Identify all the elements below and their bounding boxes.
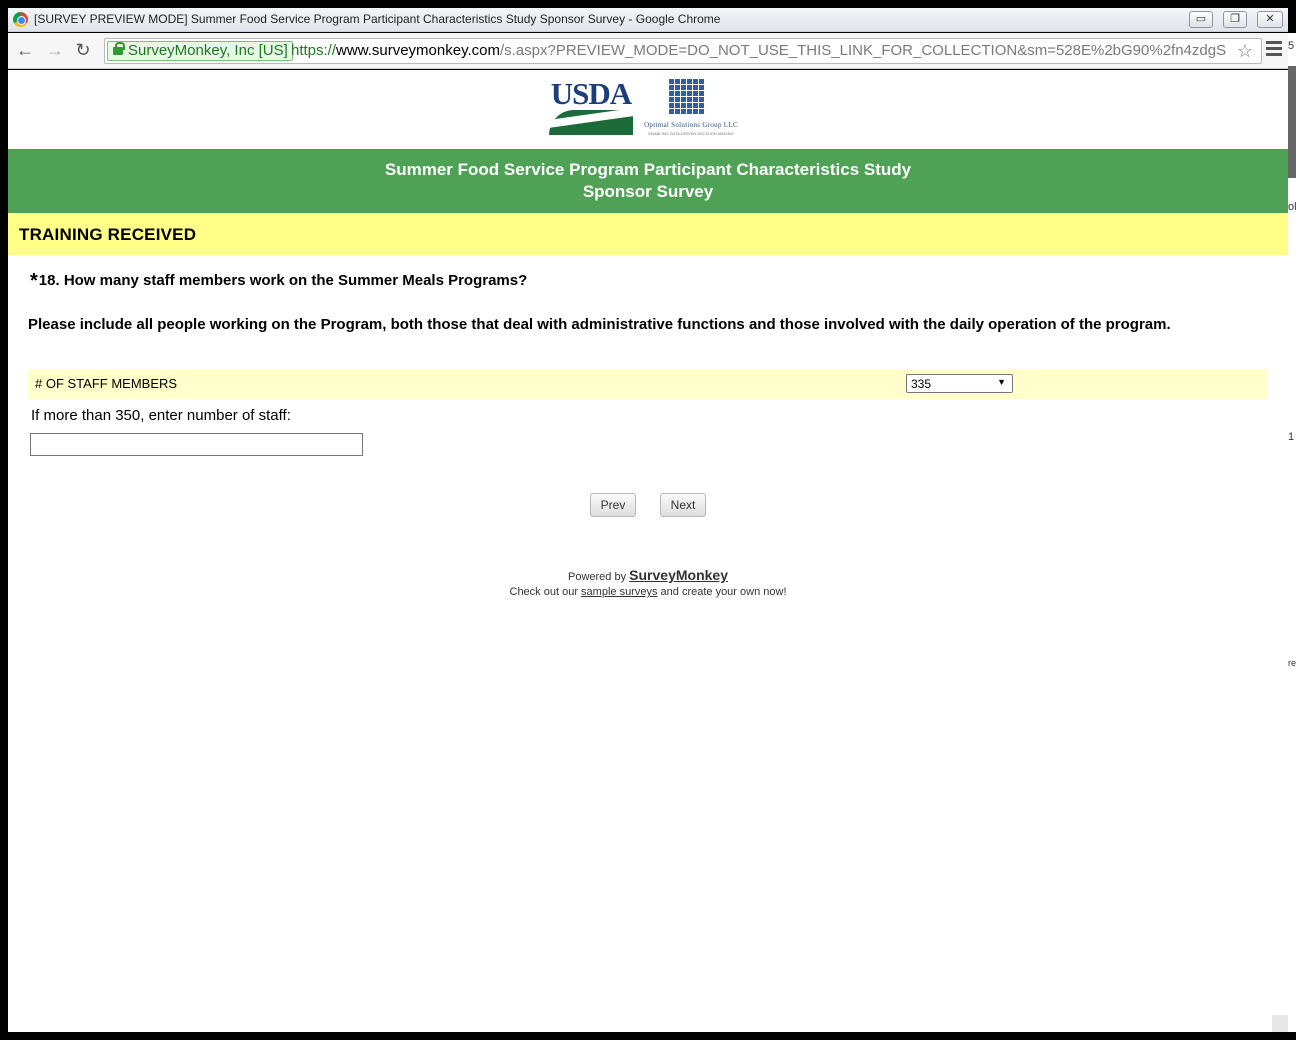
- powered-by-text: Powered by: [568, 571, 627, 583]
- window-title: [SURVEY PREVIEW MODE] Summer Food Servic…: [34, 12, 721, 26]
- usda-logo: USDA: [549, 78, 633, 135]
- browser-toolbar: ← → ↻ SurveyMonkey, Inc [US] https://www…: [8, 33, 1288, 69]
- bookmark-star-icon[interactable]: ☆: [1237, 41, 1253, 62]
- chrome-menu-icon[interactable]: [1266, 41, 1282, 59]
- browser-window: [SURVEY PREVIEW MODE] Summer Food Servic…: [0, 0, 1296, 1040]
- matrix-row: # OF STAFF MEMBERS 335 ▼: [28, 369, 1268, 399]
- reload-icon[interactable]: ↻: [72, 39, 94, 61]
- dropdown-arrow-icon: ▼: [997, 377, 1006, 387]
- grid-icon: [669, 78, 705, 114]
- other-staff-input[interactable]: [30, 433, 363, 456]
- sample-surveys-link[interactable]: sample surveys: [581, 586, 657, 598]
- footer: Powered by SurveyMonkey Check out our sa…: [509, 567, 787, 598]
- selected-value: 335: [911, 377, 932, 391]
- close-button[interactable]: ✕: [1257, 11, 1283, 28]
- address-bar[interactable]: SurveyMonkey, Inc [US] https://www.surve…: [104, 38, 1262, 64]
- question-instruction: Please include all people working on the…: [28, 316, 1171, 333]
- survey-title: Summer Food Service Program Participant …: [384, 160, 912, 179]
- back-icon[interactable]: ←: [14, 39, 36, 61]
- section-title-bar: TRAINING RECEIVED: [8, 213, 1288, 255]
- staff-count-select[interactable]: 335 ▼: [906, 374, 1013, 393]
- background-window-edge: 5 ol 1 rea: [1288, 33, 1296, 1032]
- prev-button[interactable]: Prev: [590, 493, 636, 517]
- title-bar: [SURVEY PREVIEW MODE] Summer Food Servic…: [8, 8, 1288, 32]
- forward-icon[interactable]: →: [44, 39, 66, 61]
- restore-button[interactable]: ❐: [1223, 11, 1247, 28]
- section-title: TRAINING RECEIVED: [19, 225, 197, 244]
- scroll-corner: [1272, 1015, 1288, 1032]
- url-text[interactable]: https://www.surveymonkey.com/s.aspx?PREV…: [291, 42, 1226, 60]
- required-marker: *: [30, 270, 38, 292]
- ev-org-name: SurveyMonkey, Inc [US]: [128, 42, 288, 59]
- chrome-logo-icon: [13, 12, 28, 27]
- lock-icon: [113, 42, 125, 55]
- next-button[interactable]: Next: [660, 493, 706, 517]
- logo-area: USDA Optimal Solutions Group LLC ENABLIN…: [8, 70, 1288, 149]
- ev-certificate-badge[interactable]: SurveyMonkey, Inc [US]: [107, 41, 293, 61]
- matrix-row-label: # OF STAFF MEMBERS: [35, 376, 178, 391]
- optimal-solutions-logo: Optimal Solutions Group LLC ENABLING DAT…: [636, 78, 746, 136]
- page-viewport: USDA Optimal Solutions Group LLC ENABLIN…: [8, 70, 1288, 1032]
- survey-title-banner: Summer Food Service Program Participant …: [8, 149, 1288, 213]
- minimize-button[interactable]: ▭: [1189, 11, 1213, 28]
- survey-subtitle: Sponsor Survey: [582, 182, 714, 201]
- other-staff-label: If more than 350, enter number of staff:: [31, 407, 291, 424]
- question-text: *18. How many staff members work on the …: [30, 270, 528, 292]
- surveymonkey-link[interactable]: SurveyMonkey: [629, 567, 728, 583]
